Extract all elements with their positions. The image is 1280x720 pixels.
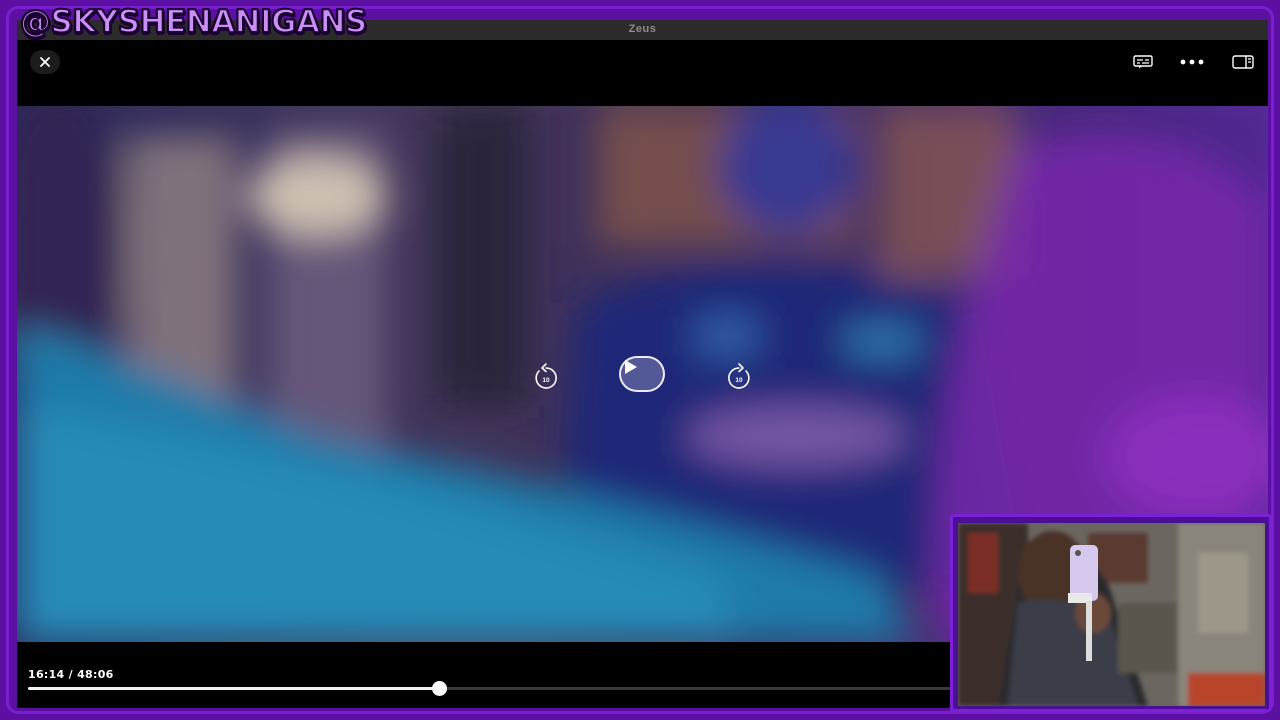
scrubber-handle[interactable] [431, 681, 447, 696]
more-options-icon [1180, 59, 1204, 65]
skip-back-icon: 10 [535, 363, 557, 389]
time-readout: 16:14 / 48:06 [28, 668, 114, 681]
close-icon [40, 57, 50, 67]
webcam-feed [958, 523, 1265, 706]
webcam-overlay [950, 514, 1272, 712]
player-top-controls [17, 40, 1268, 106]
skip-forward-button[interactable]: 10 [724, 362, 754, 392]
sidebar-toggle-button[interactable] [1230, 53, 1256, 71]
skip-forward-icon: 10 [728, 363, 750, 389]
sidebar-icon [1232, 55, 1254, 69]
play-icon [625, 360, 637, 374]
channel-watermark: @SKYSHENANIGANS [19, 3, 368, 41]
phone [1070, 545, 1098, 601]
close-button[interactable] [30, 50, 60, 74]
skip-back-button[interactable]: 10 [531, 362, 561, 392]
webcam-scene [958, 523, 1265, 706]
captions-icon [1133, 55, 1153, 69]
play-button[interactable] [619, 356, 665, 392]
progress-fill [28, 687, 440, 690]
captions-button[interactable] [1130, 53, 1156, 71]
more-options-button[interactable] [1178, 53, 1206, 71]
skip-forward-seconds: 10 [735, 377, 743, 384]
skip-back-seconds: 10 [542, 377, 550, 384]
